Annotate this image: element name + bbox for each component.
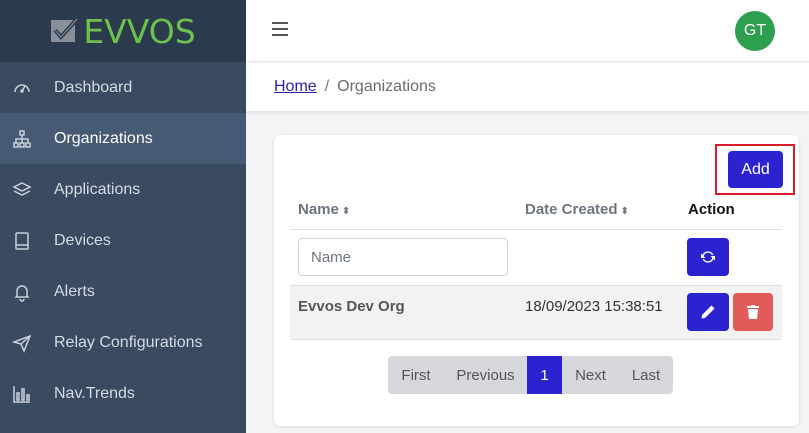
- breadcrumb-separator: /: [324, 78, 330, 95]
- column-header-label: Date Created: [525, 201, 618, 218]
- sidebar-item-label: Applications: [54, 180, 141, 198]
- logo-bar: EVVOS: [0, 0, 246, 62]
- brand-logo[interactable]: EVVOS: [50, 11, 196, 51]
- pagination-page-1-button[interactable]: 1: [527, 356, 562, 394]
- pagination-previous-button[interactable]: Previous: [444, 356, 527, 394]
- brand-logo-mark-icon: [50, 16, 80, 46]
- sidebar-item-organizations[interactable]: Organizations: [0, 113, 246, 164]
- sitemap-icon: [12, 129, 32, 149]
- top-header: GT: [246, 0, 809, 62]
- sidebar-item-nav-trends[interactable]: Nav.Trends: [0, 368, 246, 419]
- sidebar-item-label: Relay Configurations: [54, 333, 203, 351]
- name-filter-input[interactable]: [298, 238, 508, 276]
- user-avatar[interactable]: GT: [735, 11, 775, 51]
- gauge-icon: [12, 78, 32, 98]
- column-header-name[interactable]: Name ⬍: [298, 201, 350, 218]
- row-name-cell: Evvos Dev Org: [298, 298, 405, 315]
- sidebar-item-devices[interactable]: Devices: [0, 215, 246, 266]
- trash-icon: [747, 305, 759, 319]
- organizations-card: Add Name⬍ Date Created⬍ Action Evvos Dev…: [274, 135, 799, 426]
- refresh-icon: [701, 251, 715, 263]
- column-header-action: Action: [688, 201, 735, 218]
- delete-button[interactable]: [733, 293, 773, 331]
- sort-icon: ⬍: [341, 206, 351, 217]
- sidebar-item-applications[interactable]: Applications: [0, 164, 246, 215]
- pencil-icon: [701, 305, 715, 319]
- breadcrumb-current: Organizations: [337, 78, 436, 95]
- edit-button[interactable]: [687, 293, 729, 331]
- bar-chart-icon: [12, 384, 32, 404]
- pagination: First Previous 1 Next Last: [388, 356, 673, 394]
- sidebar-item-alerts[interactable]: Alerts: [0, 266, 246, 317]
- sidebar-item-label: Devices: [54, 231, 111, 249]
- sidebar-item-dashboard[interactable]: Dashboard: [0, 62, 246, 113]
- hamburger-menu-icon[interactable]: [272, 22, 288, 38]
- sidebar-item-label: Organizations: [54, 129, 153, 147]
- tablet-icon: [12, 231, 32, 251]
- sidebar-item-relay-configurations[interactable]: Relay Configurations: [0, 317, 246, 368]
- sidebar: EVVOS Dashboard Organizations Applicatio…: [0, 0, 246, 433]
- bell-icon: [12, 282, 32, 302]
- pagination-last-button[interactable]: Last: [619, 356, 673, 394]
- breadcrumb-home-link[interactable]: Home: [274, 78, 317, 96]
- header-divider: [290, 229, 782, 230]
- sidebar-item-label: Nav.Trends: [54, 384, 135, 402]
- row-divider: [290, 339, 782, 340]
- refresh-button[interactable]: [687, 238, 729, 276]
- column-header-label: Name: [298, 201, 339, 218]
- row-date-created-cell: 18/09/2023 15:38:51: [525, 298, 663, 315]
- pagination-first-button[interactable]: First: [388, 356, 444, 394]
- layers-icon: [12, 180, 32, 200]
- brand-name: EVVOS: [83, 11, 196, 51]
- column-header-date-created[interactable]: Date Created ⬍: [525, 201, 629, 218]
- send-icon: [12, 333, 32, 353]
- add-organization-button[interactable]: Add: [728, 151, 783, 188]
- sort-icon: ⬍: [620, 206, 629, 217]
- sidebar-item-label: Alerts: [54, 282, 95, 300]
- breadcrumb: Home / Organizations: [246, 63, 809, 111]
- sidebar-item-label: Dashboard: [54, 78, 133, 96]
- pagination-next-button[interactable]: Next: [562, 356, 619, 394]
